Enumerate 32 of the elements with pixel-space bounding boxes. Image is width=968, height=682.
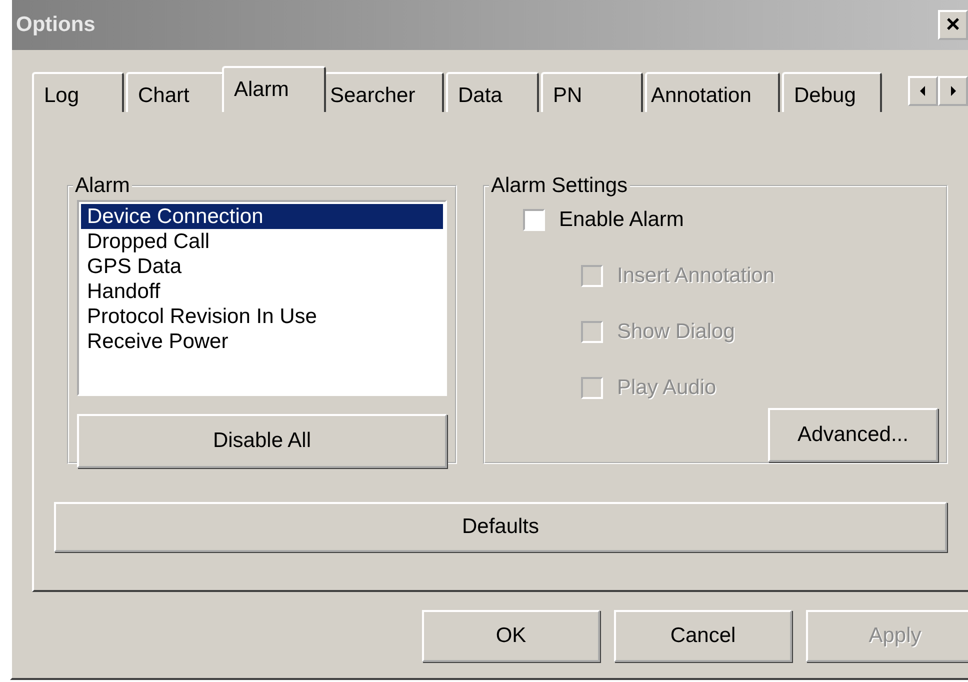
- checkbox-label: Show Dialog: [617, 320, 735, 344]
- scroll-left-button[interactable]: [908, 76, 938, 106]
- checkbox-label: Play Audio: [617, 376, 716, 400]
- dialog-button[interactable]: Cancel: [614, 610, 792, 662]
- list-item[interactable]: Device Connection: [81, 204, 443, 229]
- left-triangle-icon: [918, 85, 928, 97]
- list-item[interactable]: Dropped Call: [81, 229, 443, 254]
- window-title: Options: [15, 13, 96, 37]
- list-item[interactable]: Receive Power: [81, 329, 443, 354]
- list-item[interactable]: Protocol Revision In Use: [81, 304, 443, 329]
- tab[interactable]: Searcher: [324, 72, 444, 112]
- list-item[interactable]: GPS Data: [81, 254, 443, 279]
- right-triangle-icon: [948, 85, 958, 97]
- close-button[interactable]: ×: [938, 10, 968, 40]
- checkbox[interactable]: [523, 209, 545, 231]
- tab[interactable]: Data: [446, 72, 539, 112]
- advanced-button[interactable]: Advanced...: [768, 408, 938, 462]
- group-title: Alarm: [74, 174, 131, 198]
- tab[interactable]: Alarm: [222, 66, 326, 112]
- tab[interactable]: Debug: [782, 72, 882, 112]
- group-title: Alarm Settings: [490, 174, 629, 198]
- tab[interactable]: Log: [32, 72, 124, 112]
- tab[interactable]: PN: [541, 72, 643, 112]
- checkbox-label: Enable Alarm: [559, 208, 684, 232]
- list-item[interactable]: Handoff: [81, 279, 443, 304]
- defaults-button[interactable]: Defaults: [54, 502, 947, 552]
- dialog-button[interactable]: OK: [422, 610, 600, 662]
- tab[interactable]: Chart: [126, 72, 224, 112]
- disable-all-button[interactable]: Disable All: [77, 414, 447, 468]
- checkbox-label: Insert Annotation: [617, 264, 775, 288]
- scroll-right-button[interactable]: [938, 76, 968, 106]
- tab[interactable]: Annotation: [645, 72, 780, 112]
